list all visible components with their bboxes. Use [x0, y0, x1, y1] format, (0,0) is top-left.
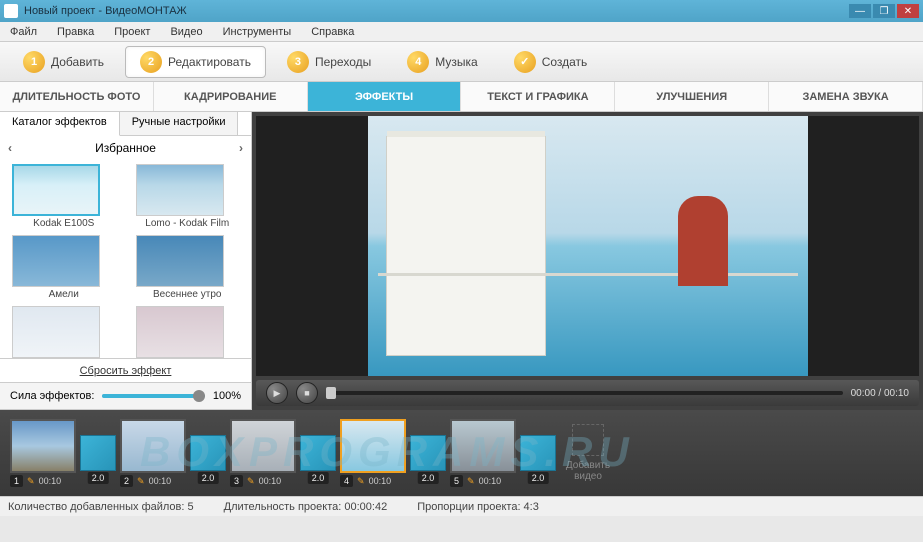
- subtab-duration[interactable]: ДЛИТЕЛЬНОСТЬ ФОТО: [0, 82, 154, 111]
- step-edit[interactable]: 2Редактировать: [125, 46, 266, 78]
- step-add[interactable]: 1Добавить: [8, 46, 119, 78]
- next-category-button[interactable]: ›: [239, 141, 243, 155]
- category-name: Избранное: [95, 141, 156, 155]
- timeline: 1✎00:10 2.0 2✎00:10 2.0 3✎00:10 2.0 4✎00…: [0, 410, 923, 496]
- transition-slot[interactable]: 2.0: [520, 435, 556, 471]
- menubar: Файл Правка Проект Видео Инструменты Спр…: [0, 22, 923, 42]
- subtabs: ДЛИТЕЛЬНОСТЬ ФОТО КАДРИРОВАНИЕ ЭФФЕКТЫ Т…: [0, 82, 923, 112]
- preview-area: ▶ ■ 00:00 / 00:10: [252, 112, 923, 410]
- timeline-clip[interactable]: 2✎00:10: [120, 419, 186, 487]
- stop-button[interactable]: ■: [296, 382, 318, 404]
- prev-category-button[interactable]: ‹: [8, 141, 12, 155]
- effects-grid: Kodak E100S Lomo - Kodak Film Амели Весе…: [0, 160, 251, 358]
- status-ratio: Пропорции проекта: 4:3: [417, 501, 539, 513]
- effects-panel: Каталог эффектов Ручные настройки ‹ Избр…: [0, 112, 252, 410]
- effect-item[interactable]: Амели: [12, 235, 116, 300]
- timeline-clip[interactable]: 4✎00:10: [340, 419, 406, 487]
- minimize-button[interactable]: —: [849, 4, 871, 18]
- app-icon: [4, 4, 18, 18]
- transition-slot[interactable]: 2.0: [410, 435, 446, 471]
- playback-bar: ▶ ■ 00:00 / 00:10: [256, 380, 919, 406]
- time-display: 00:00 / 00:10: [851, 388, 909, 399]
- pencil-icon: ✎: [357, 476, 365, 487]
- subtab-effects[interactable]: ЭФФЕКТЫ: [308, 82, 462, 111]
- transition-slot[interactable]: 2.0: [190, 435, 226, 471]
- panel-footer: Сбросить эффект: [0, 358, 251, 382]
- tab-manual[interactable]: Ручные настройки: [120, 112, 239, 135]
- maximize-button[interactable]: ❐: [873, 4, 895, 18]
- transition-slot[interactable]: 2.0: [80, 435, 116, 471]
- menu-project[interactable]: Проект: [108, 24, 156, 40]
- effect-item[interactable]: [136, 306, 240, 358]
- pencil-icon: ✎: [247, 476, 255, 487]
- effect-item[interactable]: Lomo - Kodak Film: [136, 164, 240, 229]
- transition-slot[interactable]: 2.0: [300, 435, 336, 471]
- titlebar: Новый проект - ВидеоМОНТАЖ — ❐ ✕: [0, 0, 923, 22]
- step-create[interactable]: ✓Создать: [499, 46, 603, 78]
- effect-item[interactable]: Kodak E100S: [12, 164, 116, 229]
- pencil-icon: ✎: [467, 476, 475, 487]
- main-area: Каталог эффектов Ручные настройки ‹ Избр…: [0, 112, 923, 410]
- subtab-enhance[interactable]: УЛУЧШЕНИЯ: [615, 82, 769, 111]
- subtab-audio[interactable]: ЗАМЕНА ЗВУКА: [769, 82, 923, 111]
- subtab-text[interactable]: ТЕКСТ И ГРАФИКА: [461, 82, 615, 111]
- timeline-clip[interactable]: 5✎00:10: [450, 419, 516, 487]
- slider-label: Сила эффектов:: [10, 390, 94, 402]
- close-button[interactable]: ✕: [897, 4, 919, 18]
- timeline-clip[interactable]: 1✎00:10: [10, 419, 76, 487]
- window-title: Новый проект - ВидеоМОНТАЖ: [24, 5, 847, 17]
- menu-tools[interactable]: Инструменты: [217, 24, 298, 40]
- panel-tabs: Каталог эффектов Ручные настройки: [0, 112, 251, 136]
- subtab-crop[interactable]: КАДРИРОВАНИЕ: [154, 82, 308, 111]
- pencil-icon: ✎: [27, 476, 35, 487]
- menu-edit[interactable]: Правка: [51, 24, 100, 40]
- pencil-icon: ✎: [137, 476, 145, 487]
- filmstrip-icon: [572, 424, 604, 456]
- step-tabs: 1Добавить 2Редактировать 3Переходы 4Музы…: [0, 42, 923, 82]
- effect-strength-row: Сила эффектов: 100%: [0, 382, 251, 410]
- add-video-button[interactable]: Добавить видео: [560, 424, 616, 482]
- play-button[interactable]: ▶: [266, 382, 288, 404]
- status-files: Количество добавленных файлов: 5: [8, 501, 194, 513]
- step-music[interactable]: 4Музыка: [392, 46, 492, 78]
- preview-image: [368, 116, 808, 376]
- strength-slider[interactable]: [102, 394, 204, 398]
- statusbar: Количество добавленных файлов: 5 Длитель…: [0, 496, 923, 516]
- step-transitions[interactable]: 3Переходы: [272, 46, 386, 78]
- menu-file[interactable]: Файл: [4, 24, 43, 40]
- tab-catalog[interactable]: Каталог эффектов: [0, 112, 120, 136]
- effect-item[interactable]: Весеннее утро: [136, 235, 240, 300]
- preview-viewport: [256, 116, 919, 376]
- seek-slider[interactable]: [326, 391, 843, 395]
- menu-help[interactable]: Справка: [305, 24, 360, 40]
- status-duration: Длительность проекта: 00:00:42: [224, 501, 388, 513]
- timeline-clip[interactable]: 3✎00:10: [230, 419, 296, 487]
- category-header: ‹ Избранное ›: [0, 136, 251, 160]
- slider-value: 100%: [213, 390, 241, 402]
- effect-item[interactable]: [12, 306, 116, 358]
- reset-effect-link[interactable]: Сбросить эффект: [80, 365, 172, 377]
- menu-video[interactable]: Видео: [164, 24, 208, 40]
